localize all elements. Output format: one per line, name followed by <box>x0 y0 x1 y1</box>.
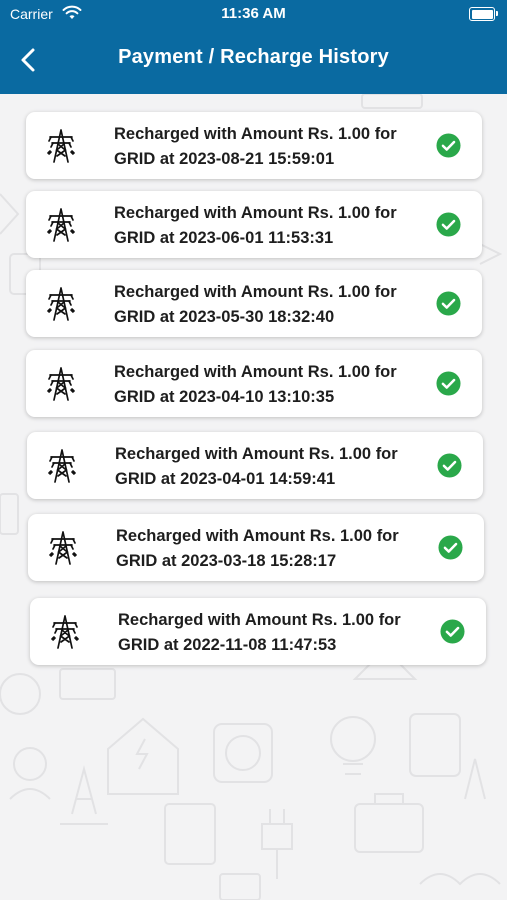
history-item-text: Recharged with Amount Rs. 1.00 for GRID a… <box>118 608 428 658</box>
history-item-line1: Recharged with Amount Rs. 1.00 for <box>114 125 397 143</box>
check-circle-icon <box>436 133 461 158</box>
transmission-tower-icon <box>48 614 82 650</box>
history-item[interactable]: Recharged with Amount Rs. 1.00 for GRID a… <box>26 270 482 337</box>
history-item[interactable]: Recharged with Amount Rs. 1.00 for GRID a… <box>26 191 482 258</box>
history-item[interactable]: Recharged with Amount Rs. 1.00 for GRID a… <box>26 112 482 179</box>
history-item-line1: Recharged with Amount Rs. 1.00 for <box>114 363 397 381</box>
transmission-tower-icon <box>44 207 78 243</box>
check-circle-icon <box>436 212 461 237</box>
history-item[interactable]: Recharged with Amount Rs. 1.00 for GRID a… <box>27 432 483 499</box>
recharge-history-list: Recharged with Amount Rs. 1.00 for GRID a… <box>0 0 507 900</box>
history-item-line2: GRID at 2023-04-10 13:10:35 <box>114 388 335 406</box>
transmission-tower-icon <box>44 366 78 402</box>
history-item-line2: GRID at 2023-06-01 11:53:31 <box>114 229 334 247</box>
history-item[interactable]: Recharged with Amount Rs. 1.00 for GRID a… <box>26 350 482 417</box>
check-circle-icon <box>436 371 461 396</box>
history-item-line1: Recharged with Amount Rs. 1.00 for <box>118 611 401 629</box>
history-item-text: Recharged with Amount Rs. 1.00 for GRID a… <box>114 122 424 172</box>
history-item-text: Recharged with Amount Rs. 1.00 for GRID a… <box>115 442 425 492</box>
history-item[interactable]: Recharged with Amount Rs. 1.00 for GRID a… <box>30 598 486 665</box>
check-circle-icon <box>440 619 465 644</box>
check-circle-icon <box>436 291 461 316</box>
history-item-line2: GRID at 2023-03-18 15:28:17 <box>116 552 337 570</box>
check-circle-icon <box>437 453 462 478</box>
history-item-line2: GRID at 2023-04-01 14:59:41 <box>115 470 336 488</box>
history-item-text: Recharged with Amount Rs. 1.00 for GRID a… <box>114 201 424 251</box>
transmission-tower-icon <box>44 128 78 164</box>
history-item-text: Recharged with Amount Rs. 1.00 for GRID a… <box>114 280 424 330</box>
history-item-line2: GRID at 2023-08-21 15:59:01 <box>114 150 335 168</box>
history-item[interactable]: Recharged with Amount Rs. 1.00 for GRID a… <box>28 514 484 581</box>
history-item-line1: Recharged with Amount Rs. 1.00 for <box>114 283 397 301</box>
history-item-line2: GRID at 2023-05-30 18:32:40 <box>114 308 335 326</box>
history-item-text: Recharged with Amount Rs. 1.00 for GRID a… <box>116 524 426 574</box>
transmission-tower-icon <box>46 530 80 566</box>
history-item-line1: Recharged with Amount Rs. 1.00 for <box>114 204 397 222</box>
history-item-text: Recharged with Amount Rs. 1.00 for GRID a… <box>114 360 424 410</box>
history-item-line1: Recharged with Amount Rs. 1.00 for <box>116 527 399 545</box>
transmission-tower-icon <box>44 286 78 322</box>
check-circle-icon <box>438 535 463 560</box>
transmission-tower-icon <box>45 448 79 484</box>
history-item-line1: Recharged with Amount Rs. 1.00 for <box>115 445 398 463</box>
history-item-line2: GRID at 2022-11-08 11:47:53 <box>118 636 337 654</box>
